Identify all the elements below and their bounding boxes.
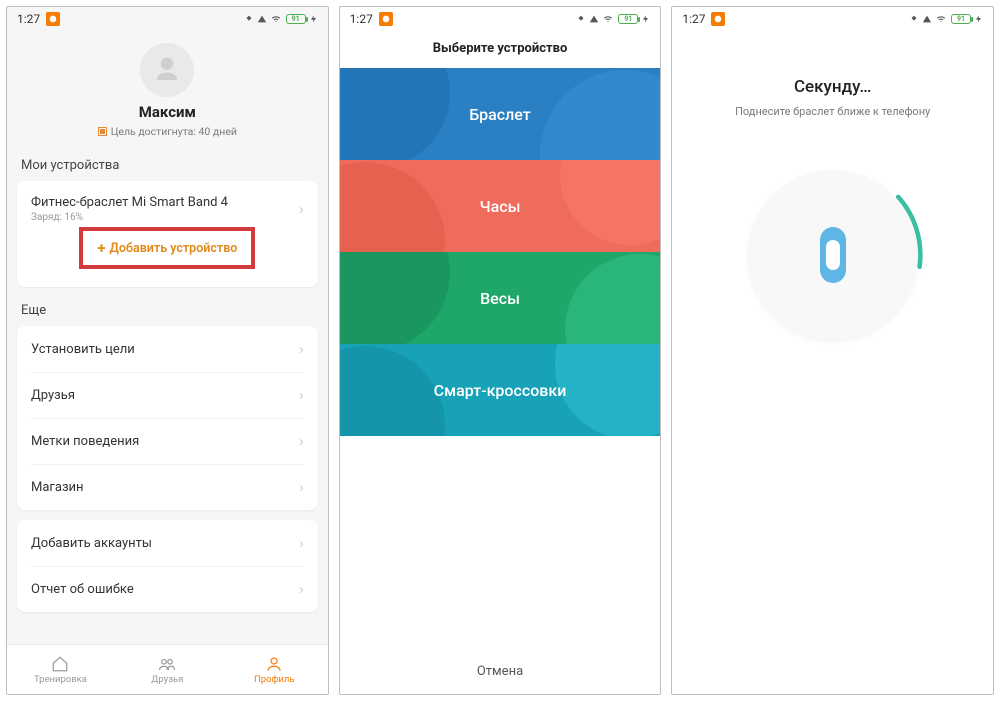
section-more-title: Еще bbox=[7, 297, 328, 326]
tab-workout[interactable]: Тренировка bbox=[7, 645, 114, 694]
page-title: Выберите устройство bbox=[340, 31, 661, 68]
statusbar: 1:27 91 bbox=[340, 7, 661, 31]
searching-subtitle: Поднесите браслет ближе к телефону bbox=[735, 105, 930, 118]
spinner bbox=[748, 170, 918, 340]
device-row[interactable]: Фитнес-браслет Mi Smart Band 4 Заряд: 16… bbox=[17, 181, 318, 287]
row-friends[interactable]: Друзья › bbox=[17, 372, 318, 418]
add-device-button[interactable]: + Добавить устройство bbox=[79, 227, 255, 269]
searching-title: Секунду… bbox=[794, 77, 871, 97]
battery-icon: 91 bbox=[951, 14, 971, 24]
alarm-icon bbox=[711, 12, 725, 26]
charge-icon bbox=[975, 14, 983, 24]
tab-profile[interactable]: Профиль bbox=[221, 645, 328, 694]
plus-icon: + bbox=[97, 239, 105, 257]
statusbar: 1:27 91 bbox=[7, 7, 328, 31]
chevron-right-icon: › bbox=[299, 432, 304, 450]
chevron-right-icon: › bbox=[299, 340, 304, 358]
tabbar: Тренировка Друзья Профиль bbox=[7, 644, 328, 694]
battery-icon: 91 bbox=[286, 14, 306, 24]
alarm-icon bbox=[379, 12, 393, 26]
charge-icon bbox=[310, 14, 318, 24]
tile-bracelet[interactable]: Браслет bbox=[340, 68, 661, 160]
row-store[interactable]: Магазин › bbox=[17, 464, 318, 510]
status-icons bbox=[576, 14, 614, 24]
more-card-2: Добавить аккаунты › Отчет об ошибке › bbox=[17, 520, 318, 612]
device-name: Фитнес-браслет Mi Smart Band 4 bbox=[31, 195, 228, 210]
more-card-1: Установить цели › Друзья › Метки поведен… bbox=[17, 326, 318, 510]
tile-sneakers[interactable]: Смарт-кроссовки bbox=[340, 344, 661, 436]
statusbar-time: 1:27 bbox=[682, 12, 705, 26]
alarm-icon bbox=[46, 12, 60, 26]
statusbar-time: 1:27 bbox=[350, 12, 373, 26]
tile-scale[interactable]: Весы bbox=[340, 252, 661, 344]
status-icons bbox=[244, 14, 282, 24]
profile-header[interactable]: Максим Цель достигнута: 40 дней bbox=[7, 31, 328, 152]
device-card: Фитнес-браслет Mi Smart Band 4 Заряд: 16… bbox=[17, 181, 318, 287]
charge-icon bbox=[642, 14, 650, 24]
row-bug-report[interactable]: Отчет об ошибке › bbox=[17, 566, 318, 612]
avatar[interactable] bbox=[140, 43, 194, 97]
chevron-right-icon: › bbox=[299, 478, 304, 496]
section-devices-title: Мои устройства bbox=[7, 152, 328, 181]
battery-icon: 91 bbox=[618, 14, 638, 24]
row-goals[interactable]: Установить цели › bbox=[17, 326, 318, 372]
goal-line: Цель достигнута: 40 дней bbox=[98, 125, 237, 138]
tile-watch[interactable]: Часы bbox=[340, 160, 661, 252]
goal-badge-icon bbox=[98, 127, 107, 136]
username: Максим bbox=[139, 103, 196, 121]
chevron-right-icon: › bbox=[299, 580, 304, 598]
statusbar-time: 1:27 bbox=[17, 12, 40, 26]
screen-choose-device: 1:27 91 Выберите устройство Браслет Часы… bbox=[339, 6, 662, 695]
device-tiles: Браслет Часы Весы Смарт-кроссовки bbox=[340, 68, 661, 436]
statusbar: 1:27 91 bbox=[672, 7, 993, 31]
row-add-accounts[interactable]: Добавить аккаунты › bbox=[17, 520, 318, 566]
chevron-right-icon: › bbox=[299, 386, 304, 404]
screen-searching: 1:27 91 Секунду… Поднесите браслет ближе… bbox=[671, 6, 994, 695]
cancel-button[interactable]: Отмена bbox=[340, 648, 661, 694]
row-behavior[interactable]: Метки поведения › bbox=[17, 418, 318, 464]
status-icons bbox=[909, 14, 947, 24]
chevron-right-icon: › bbox=[299, 200, 304, 218]
device-battery: Заряд: 16% bbox=[31, 212, 228, 223]
band-icon bbox=[820, 227, 846, 283]
tab-friends[interactable]: Друзья bbox=[114, 645, 221, 694]
screen-profile: 1:27 91 Максим Цель достигнута: 40 дней bbox=[6, 6, 329, 695]
chevron-right-icon: › bbox=[299, 534, 304, 552]
